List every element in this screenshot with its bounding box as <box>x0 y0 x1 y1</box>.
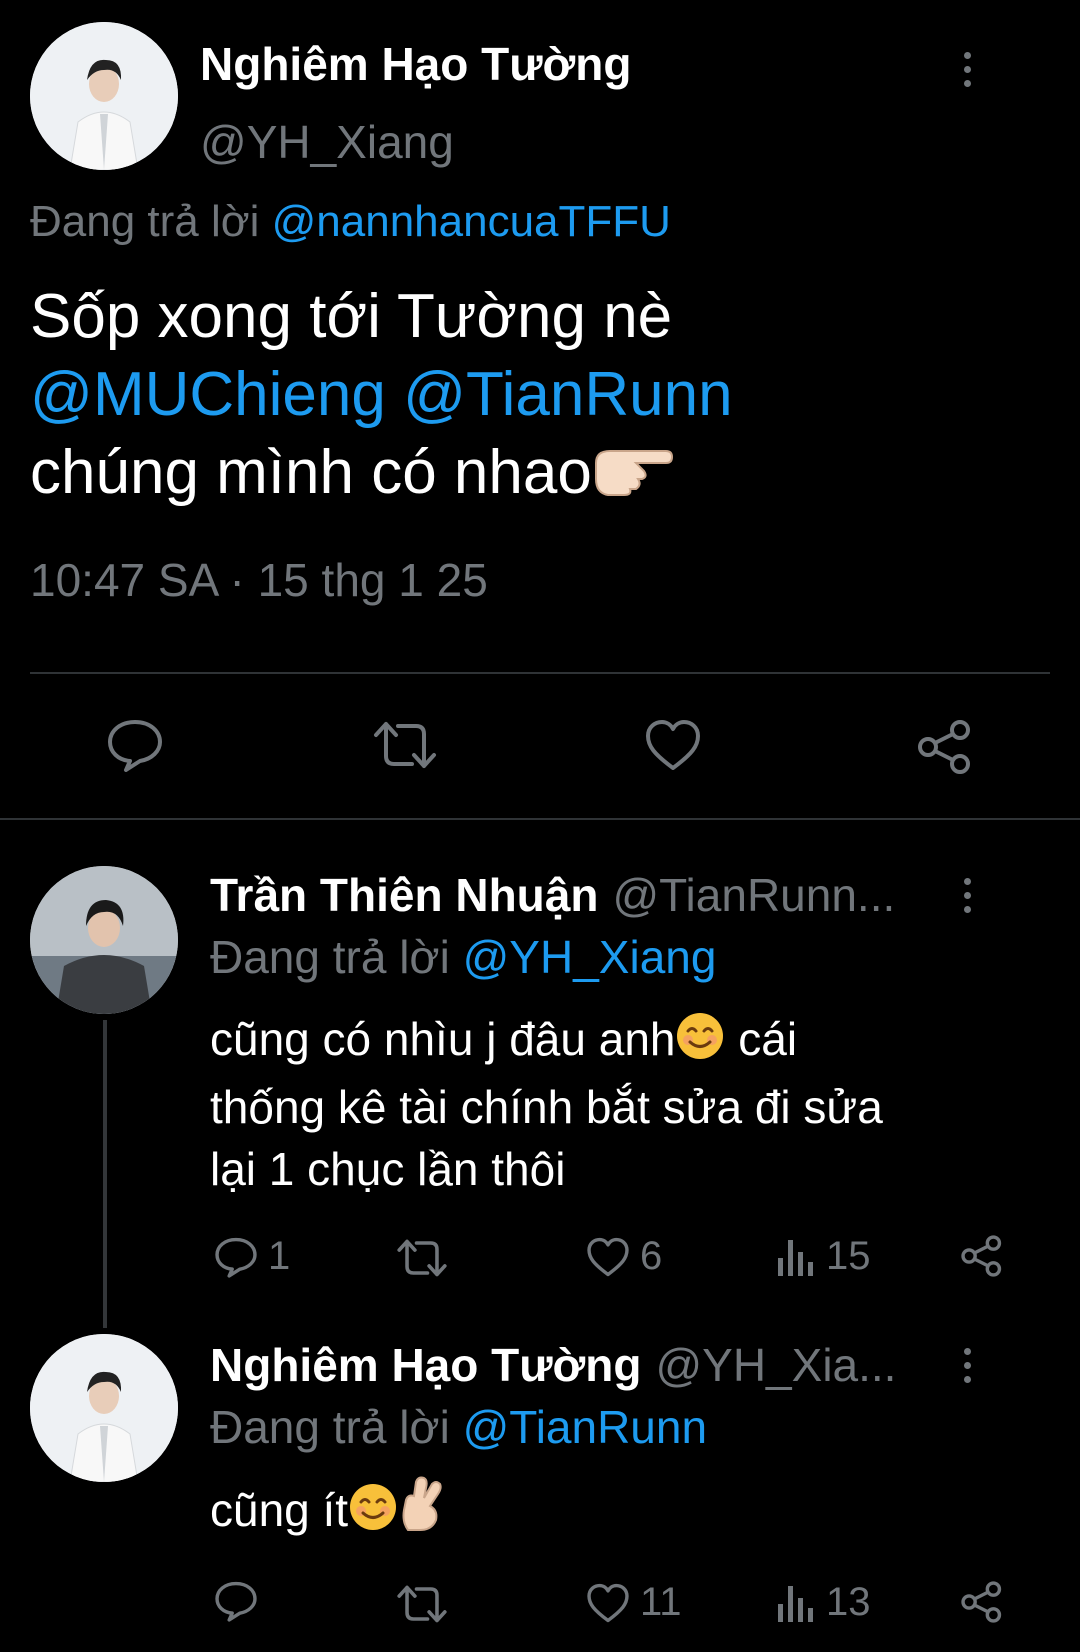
more-icon <box>963 878 971 885</box>
views-button[interactable]: 13 <box>776 1580 871 1625</box>
share-button[interactable] <box>960 1580 1004 1624</box>
share-icon <box>918 720 970 774</box>
reply-body: cũng có nhìu j đâu anh cái thống kê tài … <box>210 1008 1030 1200</box>
avatar-photo <box>30 22 178 170</box>
views-button[interactable]: 15 <box>776 1234 871 1279</box>
reply-prefix: Đang trả lời <box>210 1401 450 1453</box>
share-button[interactable] <box>916 718 974 776</box>
views-icon <box>778 1239 813 1276</box>
retweet-icon <box>374 722 436 768</box>
reply-header: Trần Thiên Nhuận @TianRunn... <box>210 866 980 924</box>
thread-connector-line <box>103 1020 107 1328</box>
reply-header: Nghiêm Hạo Tường @YH_Xia... <box>210 1336 980 1394</box>
share-icon <box>961 1581 1002 1623</box>
like-button[interactable]: 11 <box>586 1580 682 1625</box>
reply-body-line-3: lại 1 chục lần thôi <box>210 1143 566 1195</box>
reply-button[interactable] <box>214 1580 258 1622</box>
reply-to-link[interactable]: @nannhancuaTFFU <box>272 197 671 246</box>
like-count: 6 <box>640 1234 663 1278</box>
reply-author-avatar[interactable] <box>30 866 178 1014</box>
divider <box>30 672 1050 674</box>
share-icon <box>961 1235 1002 1277</box>
like-count: 11 <box>640 1580 682 1624</box>
mention-link[interactable]: @MUChieng <box>30 360 386 429</box>
reply-body-line-1b: cái <box>738 1013 798 1065</box>
author-handle[interactable]: @YH_Xiang <box>200 114 454 170</box>
retweet-button[interactable] <box>372 720 438 770</box>
reply-button[interactable] <box>106 718 164 772</box>
tweet-timestamp[interactable]: 10:47 SA · 15 thg 1 25 <box>30 552 488 608</box>
more-options-button[interactable] <box>957 878 977 913</box>
like-button[interactable] <box>644 718 702 772</box>
smiling-face-emoji-icon <box>348 1482 398 1547</box>
reply-icon <box>215 1237 257 1278</box>
reply-context: Đang trả lời @YH_Xiang <box>210 928 716 986</box>
reply-to-link[interactable]: @TianRunn <box>463 1401 707 1453</box>
reply-icon <box>108 720 162 772</box>
avatar-photo <box>30 1334 178 1482</box>
reply-author-handle[interactable]: @TianRunn... <box>612 866 895 924</box>
more-icon <box>963 52 971 59</box>
author-avatar[interactable] <box>30 22 178 170</box>
heart-icon <box>587 1583 629 1622</box>
reply-icon <box>215 1581 257 1622</box>
tweet-body: Sốp xong tới Tường nè @MUChieng @TianRun… <box>30 278 1030 518</box>
reply-prefix: Đang trả lời <box>30 197 260 246</box>
divider <box>0 818 1080 820</box>
reply-author-avatar[interactable] <box>30 1334 178 1482</box>
reply-context: Đang trả lời @TianRunn <box>210 1398 707 1456</box>
avatar-photo <box>30 866 178 1014</box>
like-button[interactable]: 6 <box>586 1234 662 1279</box>
mention-link[interactable]: @TianRunn <box>403 360 732 429</box>
more-options-button[interactable] <box>957 1348 977 1383</box>
tweet-body-line-1: Sốp xong tới Tường nè <box>30 282 673 351</box>
heart-icon <box>646 720 700 770</box>
crossed-fingers-emoji-icon <box>398 1476 444 1547</box>
reply-body-line-1: cũng có nhìu j đâu anh <box>210 1013 676 1065</box>
views-icon <box>778 1585 813 1622</box>
reply-prefix: Đang trả lời <box>210 931 450 983</box>
view-count: 15 <box>826 1234 871 1278</box>
reply-body-line-2: thống kê tài chính bắt sửa đi sửa <box>210 1081 883 1133</box>
retweet-icon <box>397 1585 447 1623</box>
reply-author-name[interactable]: Nghiêm Hạo Tường <box>210 1336 641 1394</box>
retweet-button[interactable] <box>396 1584 448 1624</box>
more-icon <box>963 1348 971 1355</box>
reply-context: Đang trả lời @nannhancuaTFFU <box>30 194 671 250</box>
reply-button[interactable]: 1 <box>214 1234 290 1279</box>
pointing-hand-emoji-icon <box>592 440 674 518</box>
share-button[interactable] <box>960 1234 1004 1278</box>
retweet-icon <box>397 1239 447 1277</box>
retweet-button[interactable] <box>396 1238 448 1278</box>
reply-author-handle[interactable]: @YH_Xia... <box>655 1336 896 1394</box>
tweet-body-line-3: chúng mình có nhao <box>30 438 592 507</box>
smiling-face-emoji-icon <box>675 1011 725 1076</box>
author-name[interactable]: Nghiêm Hạo Tường <box>200 36 631 92</box>
heart-icon <box>587 1237 629 1276</box>
view-count: 13 <box>826 1580 871 1624</box>
reply-to-link[interactable]: @YH_Xiang <box>463 931 717 983</box>
reply-count: 1 <box>268 1234 291 1278</box>
more-options-button[interactable] <box>957 52 977 87</box>
reply-body: cũng ít <box>210 1476 444 1547</box>
reply-author-name[interactable]: Trần Thiên Nhuận <box>210 866 598 924</box>
reply-body-text: cũng ít <box>210 1484 349 1536</box>
